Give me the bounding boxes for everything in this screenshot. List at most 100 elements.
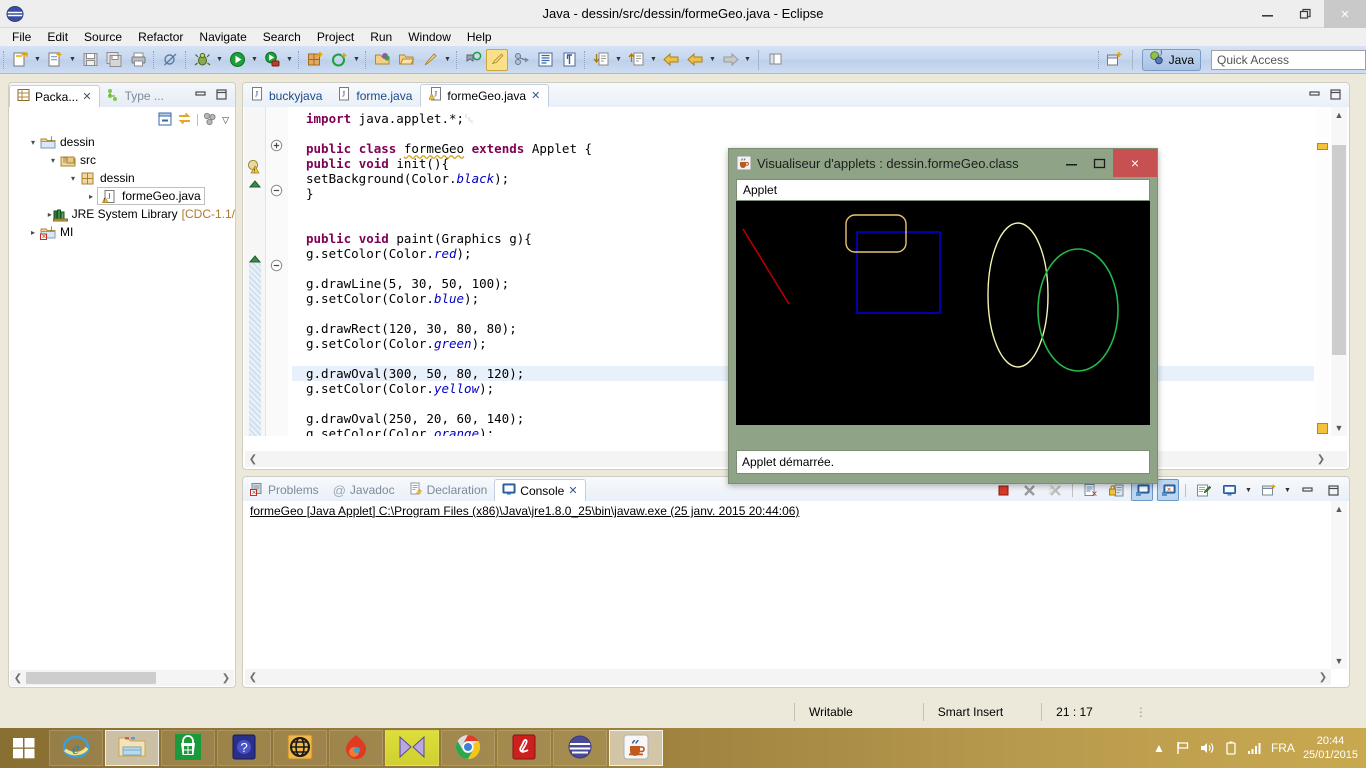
network-signal-icon[interactable] (1247, 740, 1263, 756)
scroll-down-arrow-icon[interactable]: ▼ (1331, 420, 1347, 436)
menu-run[interactable]: Run (362, 28, 400, 46)
debug-dropdown-arrow-icon[interactable]: ▼ (214, 49, 225, 71)
scroll-down-arrow-icon[interactable]: ▼ (1331, 653, 1347, 669)
new-console-view-icon[interactable] (1218, 479, 1240, 501)
editor-folding-gutter[interactable] (266, 107, 288, 436)
editor-overview-ruler[interactable] (1316, 107, 1330, 436)
show-whitespace-icon[interactable] (534, 49, 556, 71)
quick-access-input[interactable]: Quick Access (1211, 49, 1366, 70)
window-minimize-button[interactable] (1248, 0, 1286, 28)
menu-project[interactable]: Project (309, 28, 362, 46)
console-hscrollbar[interactable]: ❮ ❯ (245, 669, 1331, 685)
tree-item-dessin[interactable]: J dessin (9, 133, 235, 151)
windows-start-icon[interactable] (0, 728, 48, 768)
open-perspective-icon[interactable] (1104, 49, 1126, 71)
toggle-mark-occurrences-icon[interactable] (486, 48, 508, 71)
applet-close-button[interactable]: × (1113, 149, 1157, 177)
tab-type-hierarchy[interactable]: Type ... (100, 85, 171, 107)
tab-declaration[interactable]: Declaration (402, 479, 495, 501)
close-icon[interactable]: ✕ (531, 89, 540, 102)
scroll-left-arrow-icon[interactable]: ❮ (245, 672, 261, 683)
new-class-dropdown-arrow-icon[interactable]: ▼ (67, 49, 78, 71)
menu-edit[interactable]: Edit (39, 28, 76, 46)
tree-item-src[interactable]: src (9, 151, 235, 169)
search-dropdown-arrow-icon[interactable]: ▼ (442, 49, 453, 71)
search-icon[interactable] (419, 49, 441, 71)
toggle-breakpoint-icon[interactable] (159, 49, 181, 71)
package-explorer-hscrollbar[interactable]: ❮ ❯ (10, 670, 234, 686)
scroll-up-arrow-icon[interactable]: ▲ (1331, 501, 1347, 517)
taskbar-internet-explorer[interactable]: e (49, 730, 103, 766)
menu-navigate[interactable]: Navigate (191, 28, 254, 46)
scroll-left-arrow-icon[interactable]: ❮ (245, 454, 261, 465)
pin-console-icon[interactable] (1192, 479, 1214, 501)
console-minimize-icon[interactable] (1296, 479, 1318, 501)
taskbar-media-player[interactable] (385, 730, 439, 766)
taskbar-globe-browser[interactable] (273, 730, 327, 766)
clock[interactable]: 20:44 25/01/2015 (1303, 734, 1358, 762)
collapse-all-icon[interactable] (157, 111, 173, 130)
new-dropdown-arrow-icon[interactable]: ▼ (32, 49, 43, 71)
debug-icon[interactable] (191, 49, 213, 71)
overview-warning-marker[interactable] (1317, 143, 1328, 150)
expand-arrow-icon[interactable] (47, 156, 59, 165)
save-all-icon[interactable] (103, 49, 125, 71)
applet-minimize-button[interactable] (1057, 149, 1085, 177)
console-maximize-icon[interactable] (1322, 479, 1344, 501)
next-edit-location-icon[interactable] (625, 49, 647, 71)
close-icon[interactable]: ✕ (82, 90, 91, 103)
taskbar-maxthon[interactable] (329, 730, 383, 766)
scroll-thumb[interactable] (26, 672, 156, 684)
forward-dropdown-arrow-icon[interactable]: ▼ (742, 49, 753, 71)
expand-arrow-icon[interactable] (27, 138, 39, 147)
taskbar-eclipse[interactable] (553, 730, 607, 766)
tab-buckyjava[interactable]: J buckyjava (243, 84, 330, 107)
run-dropdown-arrow-icon[interactable]: ▼ (249, 49, 260, 71)
menu-window[interactable]: Window (400, 28, 459, 46)
collapse-marker-icon[interactable] (248, 178, 262, 192)
prev-edit-dropdown-arrow-icon[interactable]: ▼ (613, 49, 624, 71)
external-tools-dropdown-arrow-icon[interactable]: ▼ (284, 49, 295, 71)
perspective-java-button[interactable]: J Java (1141, 48, 1201, 71)
view-menu-icon[interactable] (202, 111, 218, 130)
tab-problems[interactable]: ✕ Problems (243, 479, 326, 501)
open-console-icon[interactable] (1257, 479, 1279, 501)
show-hidden-icons-icon[interactable]: ▲ (1151, 740, 1167, 756)
taskbar-windows-store[interactable] (161, 730, 215, 766)
scroll-right-arrow-icon[interactable]: ❯ (218, 673, 234, 684)
volume-icon[interactable] (1199, 740, 1215, 756)
menu-source[interactable]: Source (76, 28, 130, 46)
open-perspective-small-icon[interactable] (765, 49, 787, 71)
console-output-area[interactable]: formeGeo [Java Applet] C:\Program Files … (244, 501, 1348, 686)
console-vscrollbar[interactable]: ▲ ▼ (1331, 501, 1347, 669)
tree-item-MI[interactable]: J ✕ MI (9, 223, 235, 241)
tree-item-jre-system-library[interactable]: JRE System Library [CDC-1.1/ (9, 205, 235, 223)
menu-help[interactable]: Help (459, 28, 500, 46)
fold-collapse-icon[interactable] (270, 259, 283, 275)
next-annotation-icon[interactable] (462, 49, 484, 71)
new-java-project-icon[interactable] (304, 49, 326, 71)
expand-arrow-icon[interactable] (27, 228, 39, 237)
minimize-icon[interactable] (194, 88, 207, 104)
language-indicator[interactable]: FRA (1271, 741, 1295, 755)
print-icon[interactable] (127, 49, 149, 71)
menu-search[interactable]: Search (255, 28, 309, 46)
tab-javadoc[interactable]: @ Javadoc (326, 479, 402, 501)
tab-forme-java[interactable]: J forme.java (330, 84, 420, 107)
menu-refactor[interactable]: Refactor (130, 28, 191, 46)
status-more-icon[interactable]: ⋮ (1135, 705, 1147, 719)
new-annotation-dropdown-arrow-icon[interactable]: ▼ (351, 49, 362, 71)
editor-minimize-icon[interactable] (1308, 88, 1321, 104)
applet-maximize-button[interactable] (1085, 149, 1113, 177)
scroll-thumb[interactable] (1332, 145, 1346, 355)
next-edit-dropdown-arrow-icon[interactable]: ▼ (648, 49, 659, 71)
action-center-flag-icon[interactable] (1175, 740, 1191, 756)
expand-arrow-icon[interactable] (67, 174, 79, 183)
fold-collapse-icon[interactable] (270, 184, 283, 200)
run-external-tools-icon[interactable] (261, 49, 283, 71)
new-java-file-icon[interactable] (9, 49, 31, 71)
scroll-left-arrow-icon[interactable]: ❮ (10, 673, 26, 684)
close-icon[interactable]: ✕ (568, 484, 577, 497)
tab-formeGeo-java[interactable]: J formeGeo.java ✕ (420, 84, 550, 107)
taskbar-help[interactable]: ? (217, 730, 271, 766)
